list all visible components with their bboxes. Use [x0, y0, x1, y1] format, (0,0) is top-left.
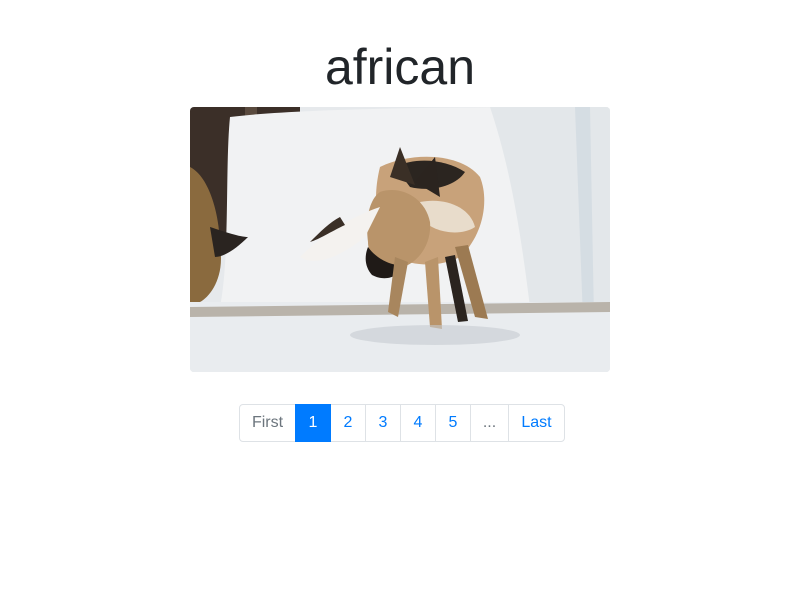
pagination-last-link[interactable]: Last — [508, 404, 565, 442]
pagination-page-5[interactable]: 5 — [435, 404, 471, 442]
pagination-ellipsis: ... — [470, 404, 509, 442]
pagination-page-2[interactable]: 2 — [330, 404, 366, 442]
african-wild-dog-photo-icon — [190, 107, 610, 372]
african-wild-dog-image — [190, 107, 610, 372]
pagination-page-1[interactable]: 1 — [295, 404, 331, 442]
pagination-page-4[interactable]: 4 — [400, 404, 436, 442]
page-title: african — [324, 39, 476, 95]
pagination: First 1 2 3 4 5 ... Last — [239, 404, 565, 442]
pagination-page-3[interactable]: 3 — [365, 404, 401, 442]
pagination-first-link[interactable]: First — [239, 404, 296, 442]
page: african First 1 2 3 4 5 ... Last — [0, 0, 800, 600]
